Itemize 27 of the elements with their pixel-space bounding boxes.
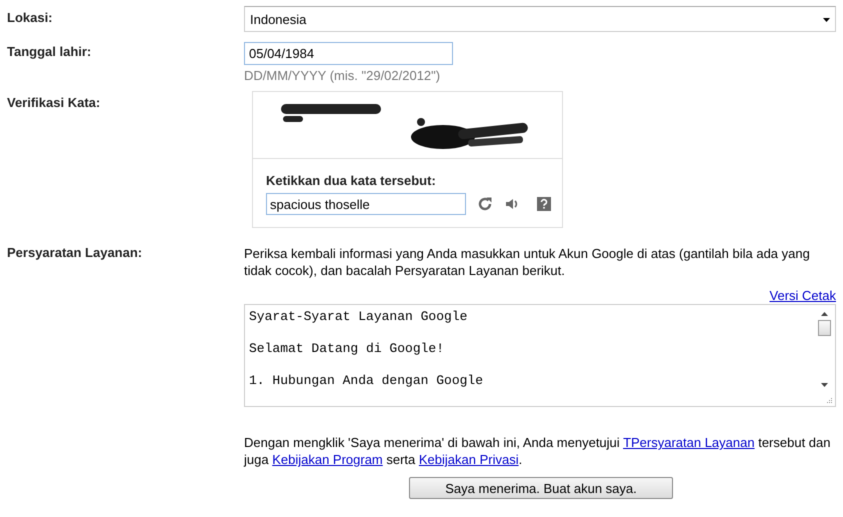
terms-intro: Periksa kembali informasi yang Anda masukkan untuk Akun Google di atas (gantilah bila ada yang tidak cocok), dan bacalah Persyaratan Layanan berikut. — [244, 245, 811, 279]
date-input-field[interactable]: 05/04/1984 — [244, 42, 453, 65]
agreement-text: Dengan mengklik 'Saya menerima' di bawah ini, Anda menyetujui TPersyaratan Layanan tersebut dan juga Kebijakan Program serta Kebijakan Privasi. — [244, 434, 832, 468]
captcha-input-field[interactable]: spacious thoselle — [266, 193, 466, 215]
terms-text-area[interactable]: Syarat-Syarat Layanan Google Selamat Datang di Google! 1. Hubungan Anda dengan Google — [244, 304, 836, 407]
help-icon[interactable] — [537, 197, 551, 211]
terms-line: 1. Hubungan Anda dengan Google — [249, 373, 484, 389]
field-label: Lokasi: — [6, 9, 54, 27]
refresh-icon[interactable] — [477, 196, 493, 212]
field-label: Tanggal lahir: — [6, 43, 92, 61]
location-dropdown[interactable]: Indonesia — [244, 6, 836, 32]
format-hint: DD/MM/YYYY (mis. "29/02/2012") — [244, 68, 442, 83]
captcha-prompt: Ketikkan dua kata tersebut: — [266, 173, 437, 188]
policy-link[interactable]: Kebijakan Program — [272, 452, 383, 467]
field-label: Persyaratan Layanan: — [6, 245, 144, 262]
terms-line: Syarat-Syarat Layanan Google — [249, 309, 468, 325]
caret-icon — [823, 18, 830, 22]
scroll-down-icon[interactable] — [821, 383, 828, 387]
terms-line: Selamat Datang di Google! — [249, 341, 446, 357]
scroll-up-icon[interactable] — [821, 312, 828, 316]
field-label: Verifikasi Kata: — [6, 94, 102, 112]
policy-link[interactable]: Kebijakan Privasi — [418, 452, 519, 467]
print-version-link[interactable]: Versi Cetak — [770, 288, 836, 303]
policy-link[interactable]: TPersyaratan Layanan — [623, 435, 755, 450]
accept-button[interactable]: Saya menerima. Buat akun saya. — [409, 477, 673, 499]
scroll-thumb[interactable] — [818, 320, 831, 336]
speaker-icon[interactable] — [504, 196, 520, 212]
